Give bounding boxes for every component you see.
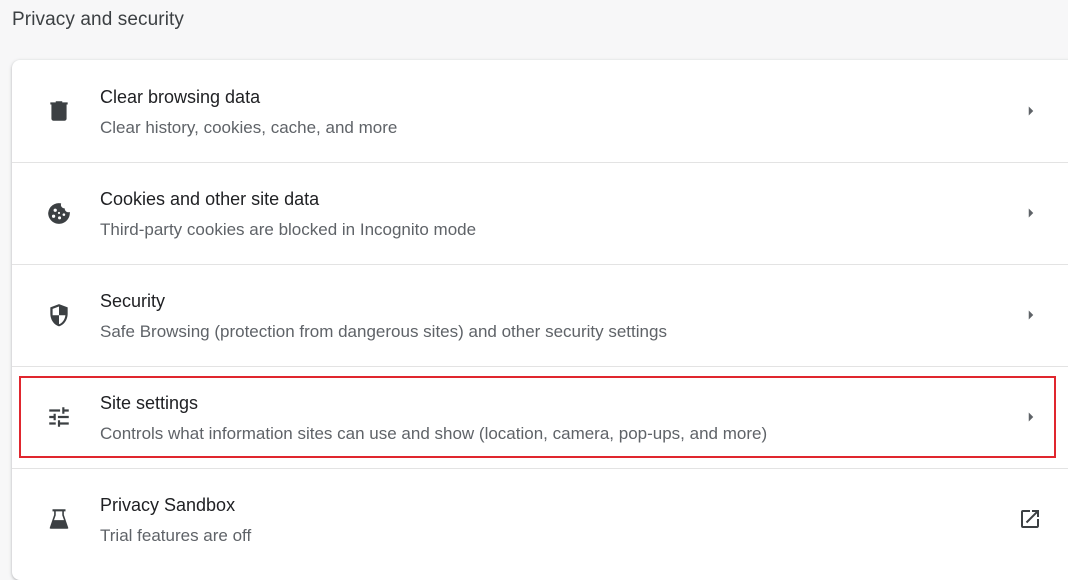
cookie-icon (46, 200, 72, 226)
row-sublabel: Third-party cookies are blocked in Incog… (100, 220, 477, 239)
chevron-right-icon[interactable] (1022, 408, 1040, 426)
row-label: Clear browsing data (100, 87, 261, 107)
chevron-right-icon[interactable] (1022, 204, 1040, 222)
trash-icon (46, 98, 72, 124)
row-sublabel: Clear history, cookies, cache, and more (100, 118, 398, 137)
chevron-right-icon[interactable] (1022, 102, 1040, 120)
row-label: Site settings (100, 393, 199, 413)
tune-sliders-icon (46, 404, 72, 430)
row-sublabel: Controls what information sites can use … (100, 424, 768, 443)
shield-icon (46, 302, 72, 328)
row-label: Privacy Sandbox (100, 495, 236, 515)
privacy-sandbox-row[interactable]: Privacy Sandbox Trial features are off (12, 468, 1068, 570)
chevron-right-icon[interactable] (1022, 306, 1040, 324)
section-title: Privacy and security (12, 9, 185, 30)
flask-icon (46, 506, 72, 532)
row-label: Security (100, 291, 166, 311)
open-in-new-icon[interactable] (1018, 507, 1042, 531)
row-sublabel: Trial features are off (100, 526, 252, 545)
row-label: Cookies and other site data (100, 189, 320, 209)
security-row[interactable]: Security Safe Browsing (protection from … (12, 264, 1068, 366)
privacy-security-card: Clear browsing data Clear history, cooki… (12, 60, 1068, 580)
row-sublabel: Safe Browsing (protection from dangerous… (100, 322, 667, 341)
clear-browsing-data-row[interactable]: Clear browsing data Clear history, cooki… (12, 60, 1068, 162)
site-settings-row[interactable]: Site settings Controls what information … (12, 366, 1068, 468)
cookies-site-data-row[interactable]: Cookies and other site data Third-party … (12, 162, 1068, 264)
